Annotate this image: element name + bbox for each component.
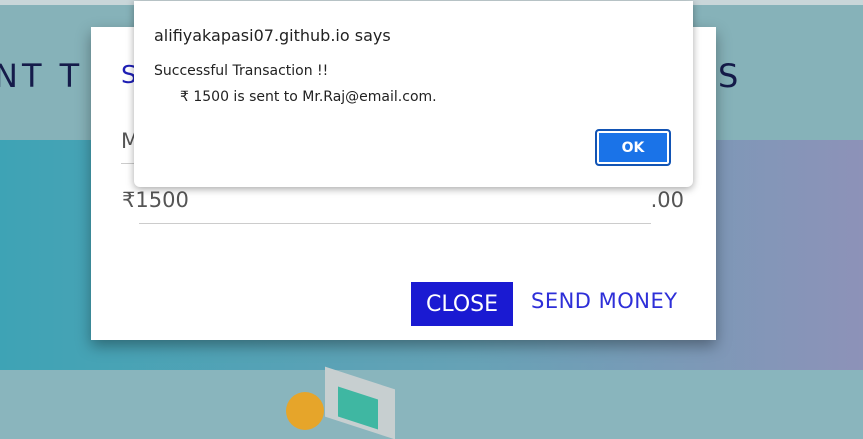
amount-field[interactable]: ₹1500 [122,188,189,212]
send-money-button[interactable]: SEND MONEY [531,289,678,313]
header-title-right: S [718,57,743,95]
alert-title: alifiyakapasi07.github.io says [154,26,391,45]
alert-message-line2: ₹ 1500 is sent to Mr.Raj@email.com. [180,89,437,105]
alert-message-line1: Successful Transaction !! [154,63,329,79]
page-section [0,370,863,410]
amount-field-underline [139,223,651,224]
header-title-left: NT T [0,57,84,95]
ok-button[interactable]: OK [595,129,671,166]
close-button[interactable]: CLOSE [411,282,513,326]
amount-decimal-suffix: .00 [650,188,684,212]
gear-illustration-icon [286,392,324,430]
alert-dialog: alifiyakapasi07.github.io says Successfu… [134,1,693,187]
